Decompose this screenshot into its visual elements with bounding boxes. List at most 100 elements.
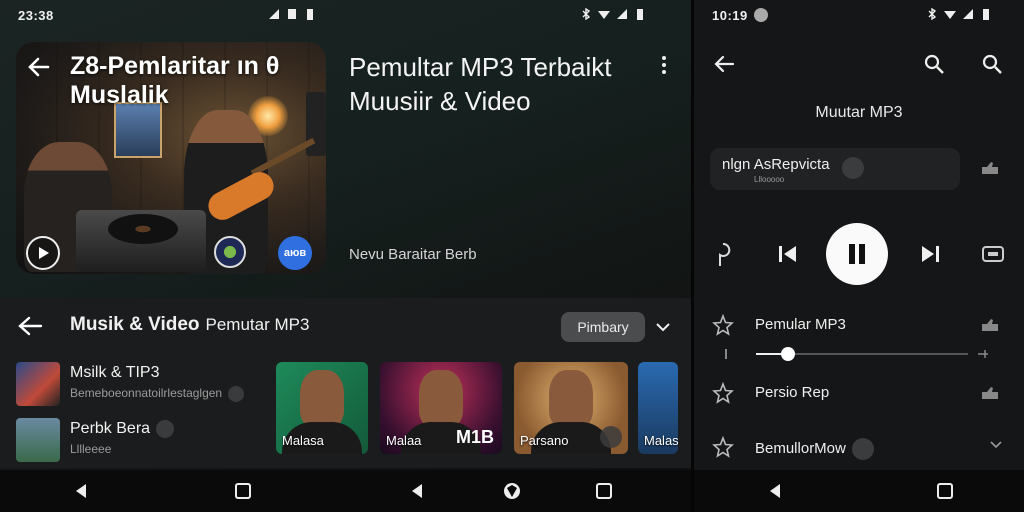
thumbs-up-icon[interactable] — [980, 161, 1000, 175]
skip-previous-icon[interactable] — [778, 244, 798, 264]
battery-icon — [983, 9, 989, 20]
video-card[interactable]: Malaa M1B — [380, 362, 502, 454]
signal-icon — [963, 9, 973, 19]
list-item-subtitle: Lllleeee — [70, 442, 112, 456]
section-title-text: Musik & Video — [70, 314, 200, 335]
wall-poster — [114, 102, 162, 158]
triangle-back-icon[interactable] — [72, 482, 90, 500]
row-label: Pemular MP3 — [755, 316, 846, 333]
thumbnail-avatar[interactable] — [214, 236, 246, 268]
card-face — [419, 370, 463, 428]
video-card[interactable]: Malas — [638, 362, 678, 454]
row-label: Persio Rep — [755, 384, 830, 401]
card-caption: Malasa — [282, 433, 324, 448]
thumbs-up-icon[interactable] — [980, 318, 1000, 332]
star-icon[interactable] — [712, 382, 734, 404]
user-badge-icon — [842, 157, 864, 179]
list-item-title: Msilk & TIP3 — [70, 364, 160, 381]
list-item-subtitle: Bemeboeonnatoilrlestaglgen — [70, 386, 245, 402]
nav-bar-right — [694, 470, 1024, 512]
status-icons-left — [268, 8, 316, 20]
hero-badge[interactable]: аюв — [278, 236, 312, 270]
left-panel: 23:38 Z8-Pemlaritar ın θ Muslalik аюв Pe… — [0, 0, 691, 512]
progress-slider[interactable] — [756, 347, 968, 361]
list-row[interactable]: Persio Rep — [712, 380, 1012, 410]
section-subtitle: Pemutar MP3 — [205, 315, 310, 334]
hero-title: Z8-Pemlaritar ın θ Muslalik — [70, 52, 280, 109]
arrow-left-icon[interactable] — [26, 54, 52, 80]
search-icon[interactable] — [980, 52, 1004, 76]
progress-knob[interactable] — [780, 347, 795, 361]
chevron-down-icon[interactable] — [990, 441, 1002, 449]
status-time: 23:38 — [18, 7, 54, 23]
card-caption: Parsano — [520, 433, 569, 448]
user-badge-icon — [600, 426, 622, 448]
square-recent-icon[interactable] — [595, 482, 613, 500]
video-card[interactable]: Malasa — [276, 362, 368, 454]
cast-icon[interactable] — [982, 246, 1004, 262]
right-panel: 10:19 Muutar MP3 nlgn AsRepvicta Llloooo… — [694, 0, 1024, 512]
filter-chip[interactable]: Pimbary — [561, 312, 645, 342]
triangle-back-icon[interactable] — [766, 482, 784, 500]
play-button[interactable] — [26, 236, 60, 270]
vinyl-record — [108, 214, 178, 244]
card-face — [300, 370, 344, 428]
chevron-down-icon[interactable] — [655, 320, 671, 334]
arrow-left-icon[interactable] — [16, 314, 44, 338]
status-icons-right — [926, 8, 992, 20]
more-vert-icon[interactable] — [654, 54, 674, 76]
section-title: Musik & Video Pemutar MP3 — [70, 314, 309, 336]
subline: Nevu Baraitar Berb — [349, 246, 477, 263]
album-art — [16, 362, 60, 406]
play-icon — [39, 247, 49, 259]
battery-icon — [637, 9, 643, 20]
repeat-icon[interactable] — [714, 242, 732, 268]
now-playing-card[interactable]: nlgn AsRepvicta Lllooooo — [710, 148, 960, 190]
list-item-subtitle-text: Bemeboeonnatoilrlestaglgen — [70, 386, 223, 401]
star-icon[interactable] — [712, 314, 734, 336]
list-item-title: Perbk Bera — [70, 420, 175, 438]
arrow-left-icon[interactable] — [712, 52, 736, 76]
user-badge-icon — [156, 420, 175, 438]
signal-icon — [617, 9, 627, 19]
shield-icon[interactable] — [502, 481, 522, 501]
card-caption: Malaa — [386, 433, 422, 448]
user-badge-icon — [851, 438, 874, 460]
wifi-icon — [944, 11, 956, 19]
sim-icon — [288, 9, 296, 19]
verified-icon — [228, 386, 245, 402]
nav-bar-left — [0, 470, 691, 512]
volume-low-icon — [725, 349, 727, 359]
card-label: M1B — [455, 427, 494, 447]
bluetooth-icon — [928, 8, 937, 20]
search-icon[interactable] — [922, 52, 946, 76]
hero-card[interactable]: Z8-Pemlaritar ın θ Muslalik аюв — [16, 42, 326, 274]
pause-button[interactable] — [826, 223, 888, 285]
volume-high-icon — [978, 350, 988, 358]
now-playing-name: nlgn AsRepvicta — [722, 156, 830, 173]
bluetooth-icon — [582, 8, 591, 20]
list-row[interactable]: Pemular MP3 — [712, 312, 1012, 342]
album-art — [16, 418, 60, 462]
player-title: Muutar MP3 — [815, 104, 903, 121]
status-bar-right: 10:19 — [712, 0, 768, 30]
row-label: BemullorMow — [755, 438, 874, 460]
list-row[interactable]: BemullorMow — [712, 434, 1012, 464]
card-face — [549, 370, 593, 428]
list-item[interactable]: Perbk Bera Lllleeee — [16, 418, 266, 462]
star-icon[interactable] — [712, 436, 734, 458]
wifi-icon — [598, 11, 610, 19]
signal-icon — [269, 9, 279, 19]
status-icons-left-2 — [580, 8, 646, 20]
notification-icon — [753, 8, 768, 22]
thumbs-up-icon[interactable] — [980, 386, 1000, 400]
square-recent-icon[interactable] — [936, 482, 954, 500]
card-caption: Malas — [644, 433, 678, 448]
home-icon[interactable] — [234, 482, 252, 500]
video-card[interactable]: Parsano — [514, 362, 628, 454]
skip-next-icon[interactable] — [920, 244, 940, 264]
list-item[interactable]: Msilk & TIP3 Bemeboeonnatoilrlestaglgen — [16, 362, 266, 406]
triangle-back-icon[interactable] — [408, 482, 426, 500]
battery-icon — [307, 9, 313, 20]
status-time: 10:19 — [712, 7, 748, 23]
